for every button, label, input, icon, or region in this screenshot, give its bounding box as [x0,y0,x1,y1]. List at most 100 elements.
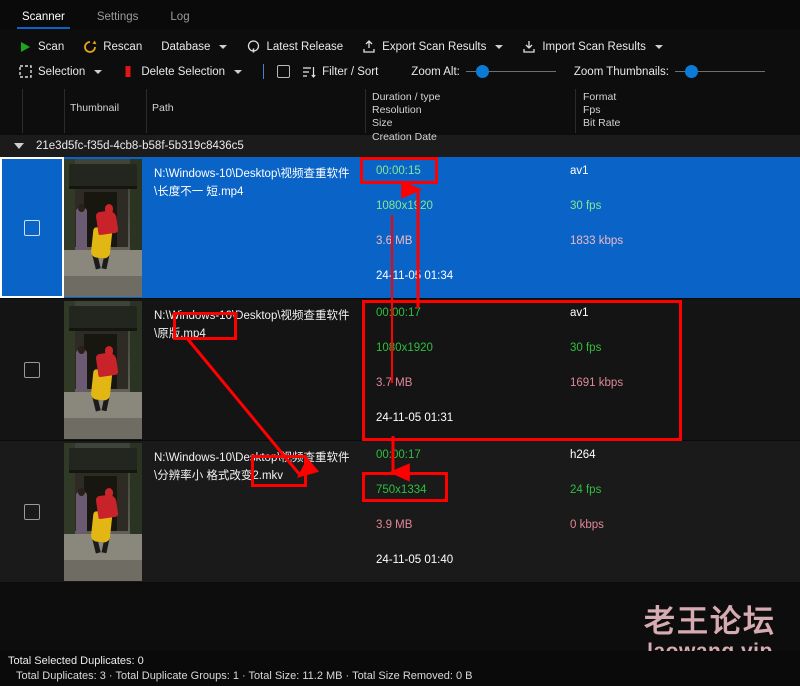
filter-sort-button-label: Filter / Sort [322,65,379,78]
watermark-cn: 老王论坛 [644,604,776,640]
row-date: 24-11-05 01:40 [376,554,454,566]
toolbar-row-secondary: Selection Delete Selection Filter / Sort… [0,59,800,84]
row-bitrate: 1691 kbps [570,377,624,389]
tab-bar: Scanner Settings Log [0,0,800,30]
column-header-bitrate-label: Bit Rate [583,117,621,130]
row-path-line2: \原版.mp4 [154,328,206,340]
column-header-date-label: Creation Date [372,130,437,143]
row-format: av1 [570,165,589,177]
zoom-thumbnails-label: Zoom Thumbnails: [573,65,669,78]
row-size: 3.6 MB [376,235,413,247]
row-checkbox-cell[interactable] [0,299,64,440]
row-bitrate: 1833 kbps [570,235,624,247]
upload-icon [362,39,376,54]
scan-button[interactable]: Scan [14,38,73,56]
zoom-all-slider[interactable] [465,65,556,79]
zoom-all-group: Zoom Alt: [411,65,556,79]
row-path-line1: N:\Windows-10\Desktop\视频查重软件 [154,168,350,180]
sort-icon [302,65,316,79]
column-header-thumbnail[interactable]: Thumbnail [70,102,119,114]
row-path-cell[interactable]: N:\Windows-10\Desktop\视频查重软件 \分辨率小 格式改变2… [146,441,358,582]
table-row[interactable]: N:\Windows-10\Desktop\视频查重软件 \分辨率小 格式改变2… [0,441,800,583]
trash-icon [121,65,135,79]
row-meta-cell: 00:00:17 av1 1080x1920 30 fps 3.7 MB 169… [358,299,800,440]
zoom-thumbnails-group: Zoom Thumbnails: [574,65,765,79]
tab-log-label: Log [170,11,190,23]
rescan-button-label: Rescan [103,40,143,53]
row-duration: 00:00:15 [376,165,421,177]
row-duration: 00:00:17 [376,307,421,319]
column-header-duration-label: Duration / type [372,91,441,103]
row-checkbox-cell[interactable] [0,157,64,298]
delete-selection-button-label: Delete Selection [141,65,226,78]
column-separator[interactable] [365,89,366,133]
tab-scanner-label: Scanner [22,11,65,23]
download-icon [522,40,536,54]
row-path-cell[interactable]: N:\Windows-10\Desktop\视频查重软件 \原版.mp4 [146,299,358,440]
row-thumbnail-cell [64,441,146,582]
zoom-all-slider-handle[interactable] [475,65,489,78]
column-separator[interactable] [22,89,23,133]
row-path-line2: \长度不一 短.mp4 [154,186,244,198]
duplicate-group-id: 21e3d5fc-f35d-4cb8-b58f-5b319c8436c5 [36,140,244,152]
tab-log[interactable]: Log [156,8,203,30]
row-checkbox-cell[interactable] [0,441,64,582]
import-scan-results-button-label: Import Scan Results [542,40,646,53]
latest-release-button[interactable]: Latest Release [242,38,352,56]
video-thumbnail[interactable] [64,158,142,297]
chevron-down-icon [495,44,504,49]
column-separator[interactable] [146,89,147,133]
row-checkbox[interactable] [24,361,40,378]
column-header-media[interactable]: Duration / type Resolution Size Creation… [372,89,440,144]
row-checkbox[interactable] [24,503,40,520]
filter-sort-button[interactable]: Filter / Sort [298,63,387,81]
row-resolution: 1080x1920 [376,342,433,354]
status-totals: Total Duplicates: 3 · Total Duplicate Gr… [16,670,473,682]
column-header-row: Thumbnail Path Duration / type Resolutio… [0,86,800,143]
column-header-fps-label: Fps [583,104,601,117]
column-header-path[interactable]: Path [152,102,174,114]
row-checkbox[interactable] [24,219,40,236]
column-header-encoding[interactable]: Format Fps Bit Rate [583,89,620,131]
row-size: 3.7 MB [376,377,413,389]
row-meta-cell: 00:00:15 av1 1080x1920 30 fps 3.6 MB 183… [358,157,800,298]
tab-settings[interactable]: Settings [83,8,153,30]
zoom-thumbnails-slider[interactable] [674,65,765,79]
latest-release-button-label: Latest Release [266,40,344,53]
table-row[interactable]: N:\Windows-10\Desktop\视频查重软件 \原版.mp4 00:… [0,299,800,441]
column-header-format-label: Format [583,91,617,103]
video-thumbnail[interactable] [64,442,142,581]
row-path-line1: N:\Windows-10\Desktop\视频查重软件 [154,452,350,464]
export-scan-results-button-label: Export Scan Results [382,40,487,53]
column-header-size-label: Size [372,117,393,130]
tab-scanner[interactable]: Scanner [8,8,79,30]
toolbar-row-primary: Scan Rescan Database Latest Release Expo… [0,34,800,59]
row-thumbnail-cell [64,299,146,440]
chevron-down-icon [654,44,663,49]
row-path-line2: \分辨率小 格式改变2.mkv [154,470,284,482]
rescan-button[interactable]: Rescan [79,38,151,56]
row-meta-cell: 00:00:17 h264 750x1334 24 fps 3.9 MB 0 k… [358,441,800,582]
column-header-thumbnail-label: Thumbnail [70,102,120,114]
column-separator[interactable] [575,89,576,133]
import-scan-results-button[interactable]: Import Scan Results [518,38,672,56]
row-path-line1: N:\Windows-10\Desktop\视频查重软件 [154,310,350,322]
export-scan-results-button[interactable]: Export Scan Results [358,38,512,56]
filter-checkbox[interactable] [277,65,291,78]
chevron-down-icon[interactable] [14,143,24,149]
video-thumbnail[interactable] [64,300,142,439]
selection-button[interactable]: Selection [14,63,111,81]
table-row[interactable]: N:\Windows-10\Desktop\视频查重软件 \长度不一 短.mp4… [0,157,800,299]
delete-selection-button[interactable]: Delete Selection [117,63,251,81]
app-window: Scanner Settings Log Scan Rescan Databas… [0,0,800,686]
zoom-thumbnails-slider-handle[interactable] [684,65,698,78]
row-fps: 30 fps [570,342,602,354]
column-separator[interactable] [64,89,65,133]
database-button[interactable]: Database [157,39,236,55]
toolbar-divider [263,64,265,79]
row-format: av1 [570,307,589,319]
results-list: N:\Windows-10\Desktop\视频查重软件 \长度不一 短.mp4… [0,157,800,583]
row-path-cell[interactable]: N:\Windows-10\Desktop\视频查重软件 \长度不一 短.mp4 [146,157,358,298]
chevron-down-icon [219,44,228,49]
row-resolution: 1080x1920 [376,200,433,212]
